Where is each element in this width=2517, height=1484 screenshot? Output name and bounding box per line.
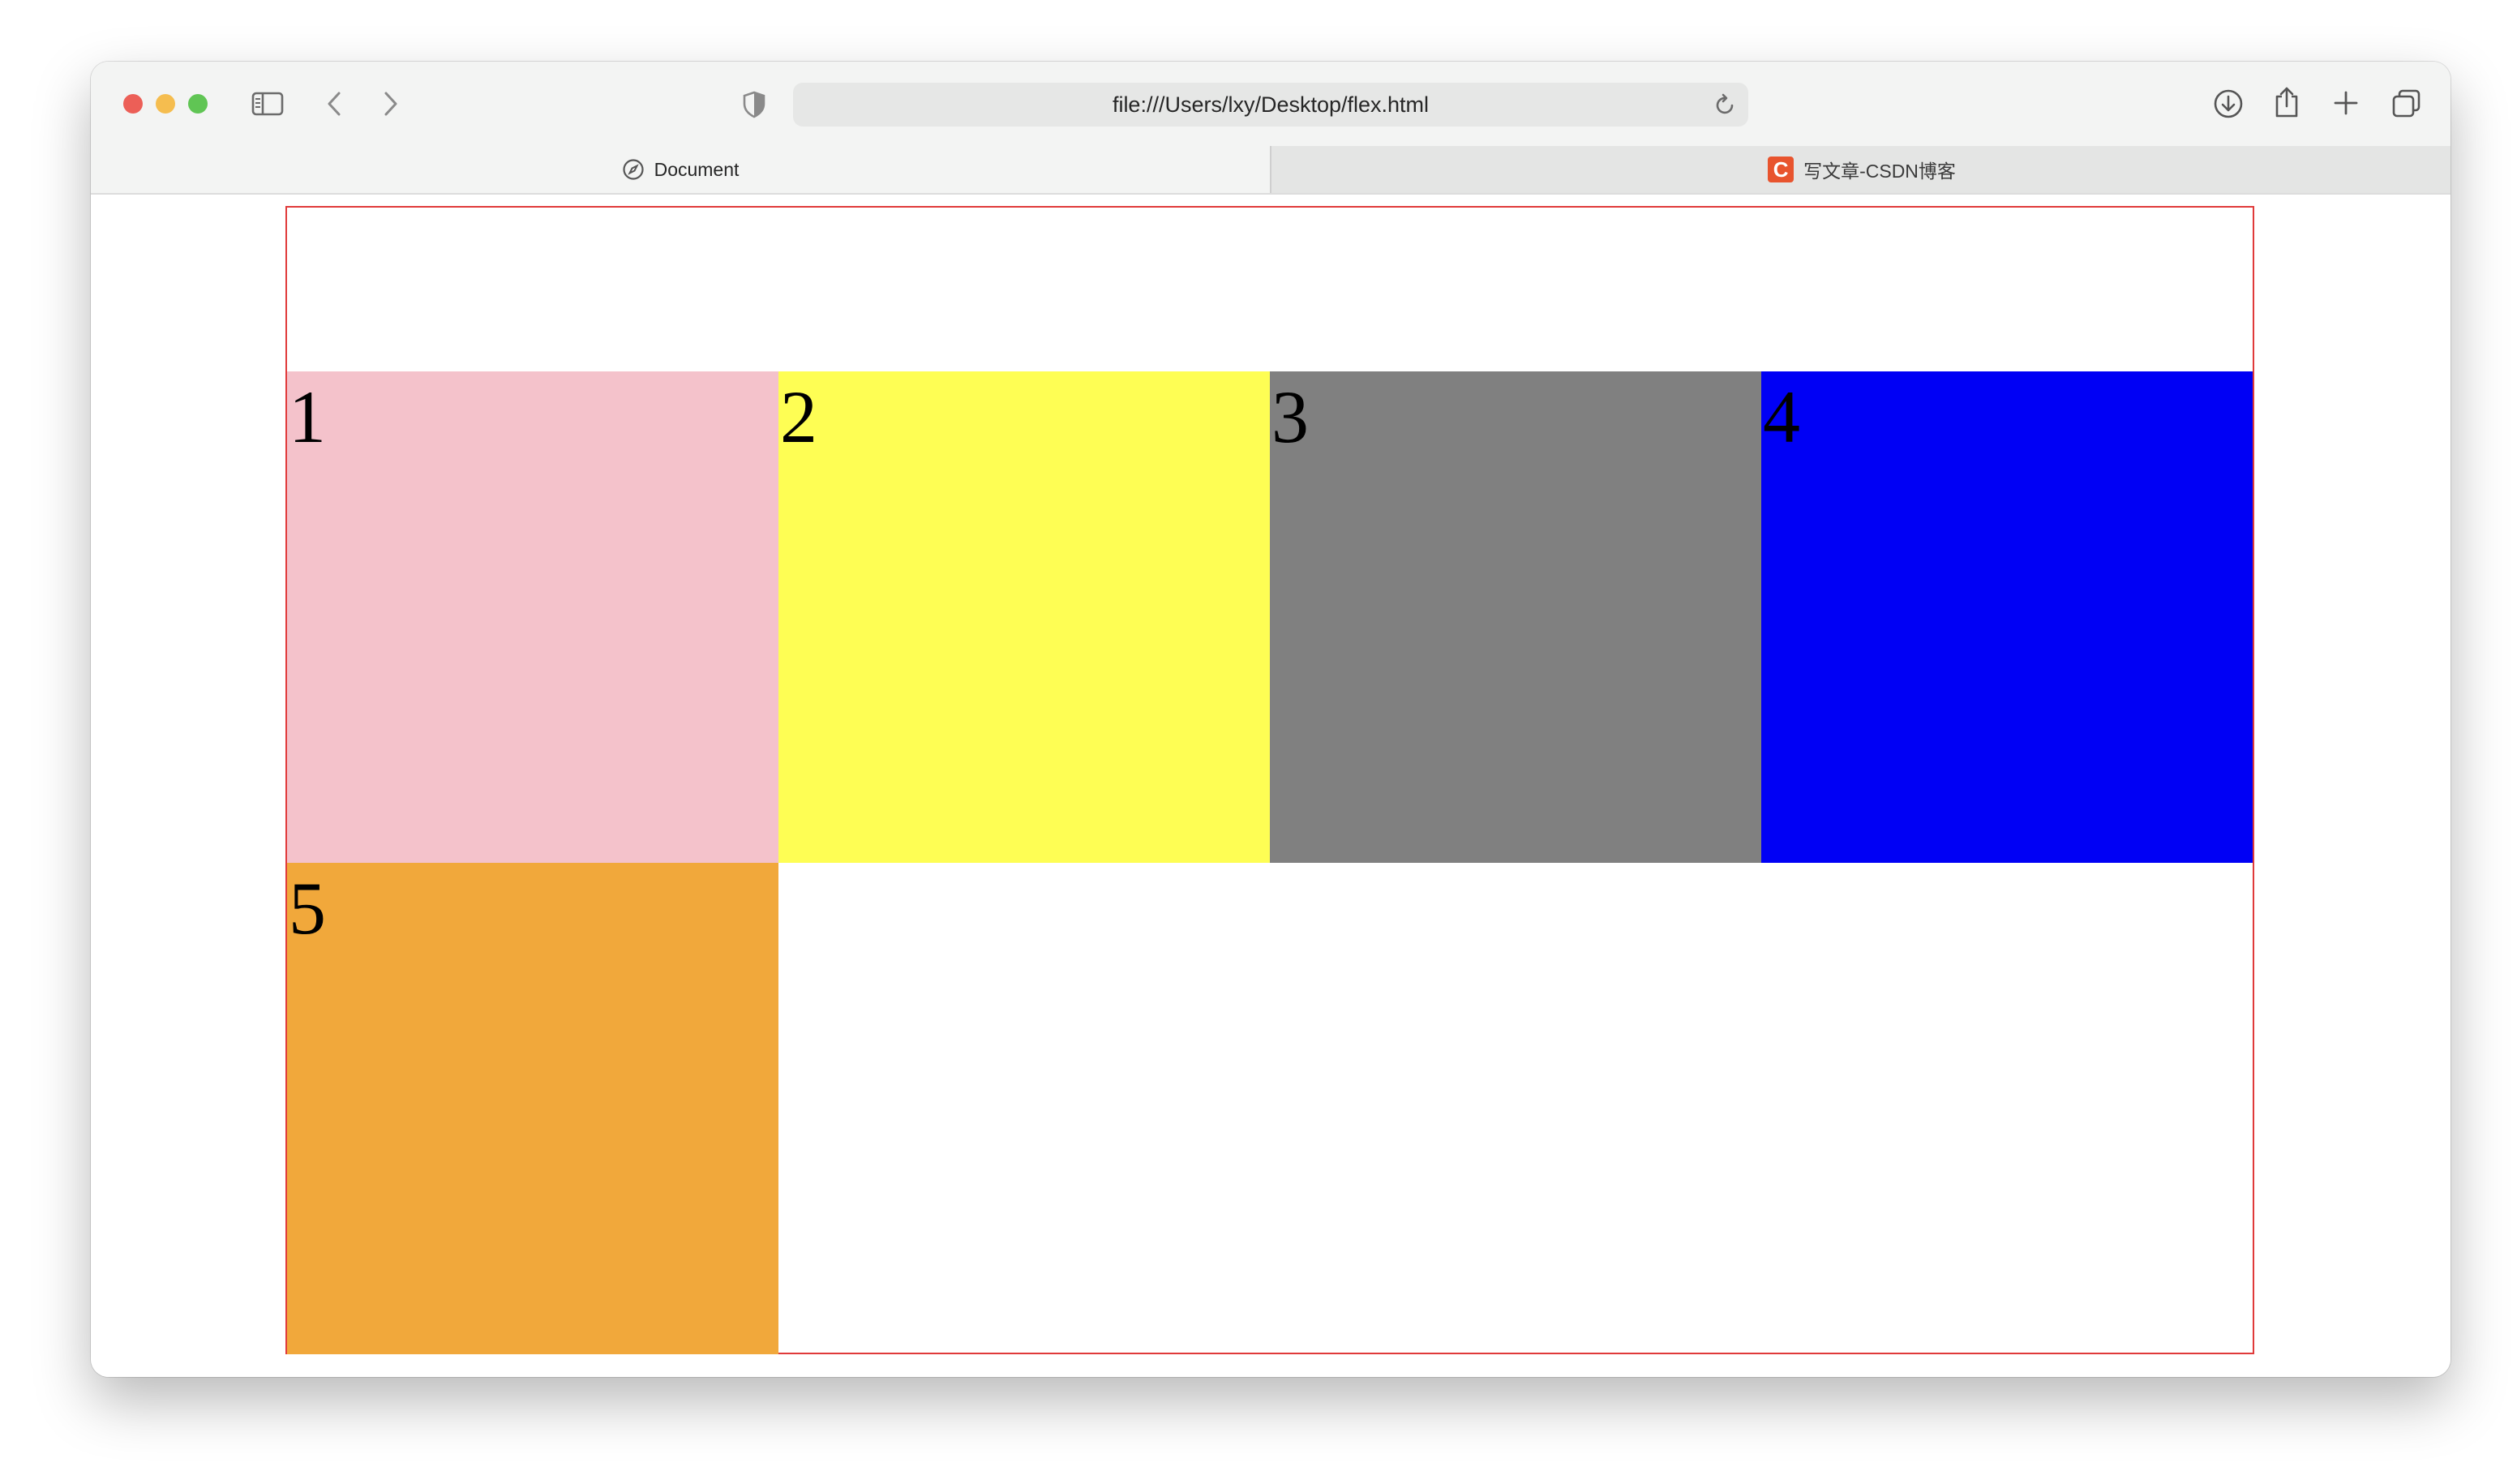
browser-toolbar: file:///Users/lxy/Desktop/flex.html [91,62,2451,146]
sidebar-toggle-icon[interactable] [250,89,285,118]
back-button[interactable] [319,89,349,118]
chevron-right-icon [384,92,397,116]
flex-item-2: 2 [778,371,1270,863]
close-window-button[interactable] [123,94,143,114]
forward-button[interactable] [376,89,405,118]
maximize-window-button[interactable] [188,94,208,114]
tab-label: 写文章-CSDN博客 [1803,161,1956,182]
flex-container: 1 2 3 4 5 [285,206,2254,1354]
flex-item-4: 4 [1761,371,2253,863]
url-text: file:///Users/lxy/Desktop/flex.html [1112,92,1430,117]
desktop: file:///Users/lxy/Desktop/flex.html Docu… [0,0,2517,1484]
address-bar[interactable]: file:///Users/lxy/Desktop/flex.html [793,83,1748,127]
downloads-icon[interactable] [2212,88,2245,120]
page-content: 1 2 3 4 5 [91,195,2451,1377]
reload-icon[interactable] [1714,93,1737,116]
share-icon[interactable] [2270,84,2303,120]
tab-bar: Document C 写文章-CSDN博客 [91,146,2451,195]
browser-window: file:///Users/lxy/Desktop/flex.html Docu… [91,62,2451,1377]
new-tab-icon[interactable] [2330,88,2361,118]
minimize-window-button[interactable] [156,94,175,114]
tab-label: Document [654,158,740,180]
compass-icon [622,158,645,181]
chevron-left-icon [328,92,341,116]
tab-csdn[interactable]: C 写文章-CSDN博客 [1270,146,2451,193]
flex-item-3: 3 [1270,371,1761,863]
csdn-logo-icon: C [1768,157,1794,182]
flex-item-1: 1 [287,371,778,863]
flex-item-5: 5 [287,863,778,1354]
privacy-shield-icon[interactable] [740,89,769,120]
tab-overview-icon[interactable] [2391,88,2423,120]
tab-document[interactable]: Document [91,146,1270,193]
